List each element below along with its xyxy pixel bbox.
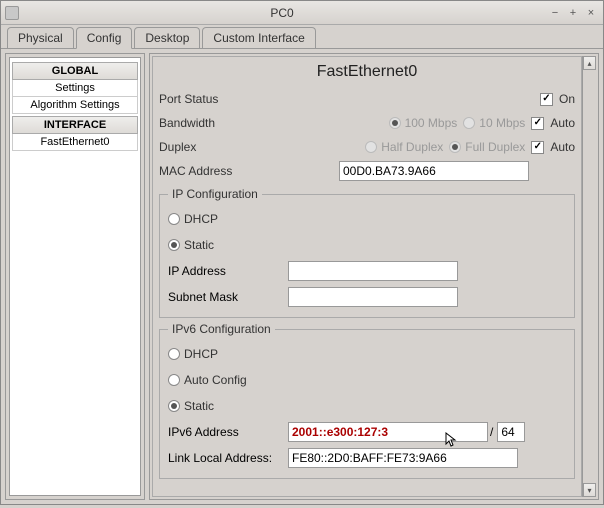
app-icon xyxy=(5,6,19,20)
duplex-auto-checkbox[interactable] xyxy=(531,141,544,154)
duplex-auto-label: Auto xyxy=(550,140,575,154)
duplex-opt-half: Half Duplex xyxy=(381,140,443,154)
tab-bar: Physical Config Desktop Custom Interface xyxy=(1,25,603,49)
duplex-label: Duplex xyxy=(159,140,269,154)
ipv6-mode-static-radio[interactable] xyxy=(168,400,180,412)
ipv6-config-legend: IPv6 Configuration xyxy=(168,322,275,336)
bandwidth-opt-100: 100 Mbps xyxy=(405,116,458,130)
minimize-button[interactable]: − xyxy=(547,6,563,20)
scroll-up-button[interactable]: ▴ xyxy=(583,56,596,70)
sidebar-header-global: GLOBAL xyxy=(12,62,138,80)
content-area: GLOBAL Settings Algorithm Settings INTER… xyxy=(1,49,603,504)
panel-title: FastEthernet0 xyxy=(159,61,575,87)
ip-mode-static-radio[interactable] xyxy=(168,239,180,251)
sidebar-container: GLOBAL Settings Algorithm Settings INTER… xyxy=(5,53,145,500)
tab-custom-interface[interactable]: Custom Interface xyxy=(202,27,315,48)
scroll-track[interactable] xyxy=(583,70,596,483)
row-port-status: Port Status On xyxy=(159,87,575,111)
maximize-button[interactable]: + xyxy=(565,6,581,20)
ip-address-input[interactable] xyxy=(288,261,458,281)
row-bandwidth: Bandwidth 100 Mbps 10 Mbps Auto xyxy=(159,111,575,135)
duplex-opt-full: Full Duplex xyxy=(465,140,525,154)
ip-mode-dhcp-label: DHCP xyxy=(184,212,218,226)
ipv6-config-group: IPv6 Configuration DHCP Auto Config Stat… xyxy=(159,322,575,479)
bandwidth-radio-10[interactable] xyxy=(463,117,475,129)
ip-mode-dhcp-radio[interactable] xyxy=(168,213,180,225)
bandwidth-radio-100[interactable] xyxy=(389,117,401,129)
ipv6-address-label: IPv6 Address xyxy=(168,425,288,439)
row-mac: MAC Address xyxy=(159,159,575,183)
tab-config[interactable]: Config xyxy=(76,27,133,49)
sidebar-item-settings[interactable]: Settings xyxy=(12,80,138,97)
mac-input[interactable] xyxy=(339,161,529,181)
link-local-label: Link Local Address: xyxy=(168,451,288,465)
bandwidth-auto-checkbox[interactable] xyxy=(531,117,544,130)
tab-desktop[interactable]: Desktop xyxy=(134,27,200,48)
titlebar: PC0 − + × xyxy=(1,1,603,25)
bandwidth-opt-10: 10 Mbps xyxy=(479,116,525,130)
ipv6-mode-auto-label: Auto Config xyxy=(184,373,247,387)
sidebar-item-algorithm-settings[interactable]: Algorithm Settings xyxy=(12,97,138,114)
close-button[interactable]: × xyxy=(583,6,599,20)
sidebar: GLOBAL Settings Algorithm Settings INTER… xyxy=(9,57,141,496)
duplex-radio-half[interactable] xyxy=(365,141,377,153)
link-local-input[interactable] xyxy=(288,448,518,468)
ipv6-mode-auto-radio[interactable] xyxy=(168,374,180,386)
bandwidth-auto-label: Auto xyxy=(550,116,575,130)
config-panel: FastEthernet0 Port Status On Bandwidth 1… xyxy=(152,56,582,497)
main-container: FastEthernet0 Port Status On Bandwidth 1… xyxy=(149,53,599,500)
ipv6-mode-dhcp-label: DHCP xyxy=(184,347,218,361)
scroll-down-button[interactable]: ▾ xyxy=(583,483,596,497)
subnet-mask-input[interactable] xyxy=(288,287,458,307)
sidebar-item-fastethernet0[interactable]: FastEthernet0 xyxy=(12,134,138,151)
ip-config-group: IP Configuration DHCP Static IP Address … xyxy=(159,187,575,318)
ipv6-address-input[interactable] xyxy=(288,422,488,442)
subnet-mask-label: Subnet Mask xyxy=(168,290,288,304)
row-duplex: Duplex Half Duplex Full Duplex Auto xyxy=(159,135,575,159)
ip-config-legend: IP Configuration xyxy=(168,187,262,201)
window-title: PC0 xyxy=(19,6,545,20)
bandwidth-label: Bandwidth xyxy=(159,116,269,130)
duplex-radio-full[interactable] xyxy=(449,141,461,153)
ipv6-mode-dhcp-radio[interactable] xyxy=(168,348,180,360)
port-status-on-label: On xyxy=(559,92,575,106)
tab-physical[interactable]: Physical xyxy=(7,27,74,48)
mac-label: MAC Address xyxy=(159,164,339,178)
port-status-checkbox[interactable] xyxy=(540,93,553,106)
sidebar-header-interface: INTERFACE xyxy=(12,116,138,134)
ip-address-label: IP Address xyxy=(168,264,288,278)
app-window: PC0 − + × Physical Config Desktop Custom… xyxy=(0,0,604,505)
port-status-label: Port Status xyxy=(159,92,269,106)
ipv6-prefix-input[interactable] xyxy=(497,422,525,442)
ipv6-mode-static-label: Static xyxy=(184,399,214,413)
ip-mode-static-label: Static xyxy=(184,238,214,252)
scrollbar[interactable]: ▴ ▾ xyxy=(582,56,596,497)
ipv6-prefix-slash: / xyxy=(488,425,495,439)
